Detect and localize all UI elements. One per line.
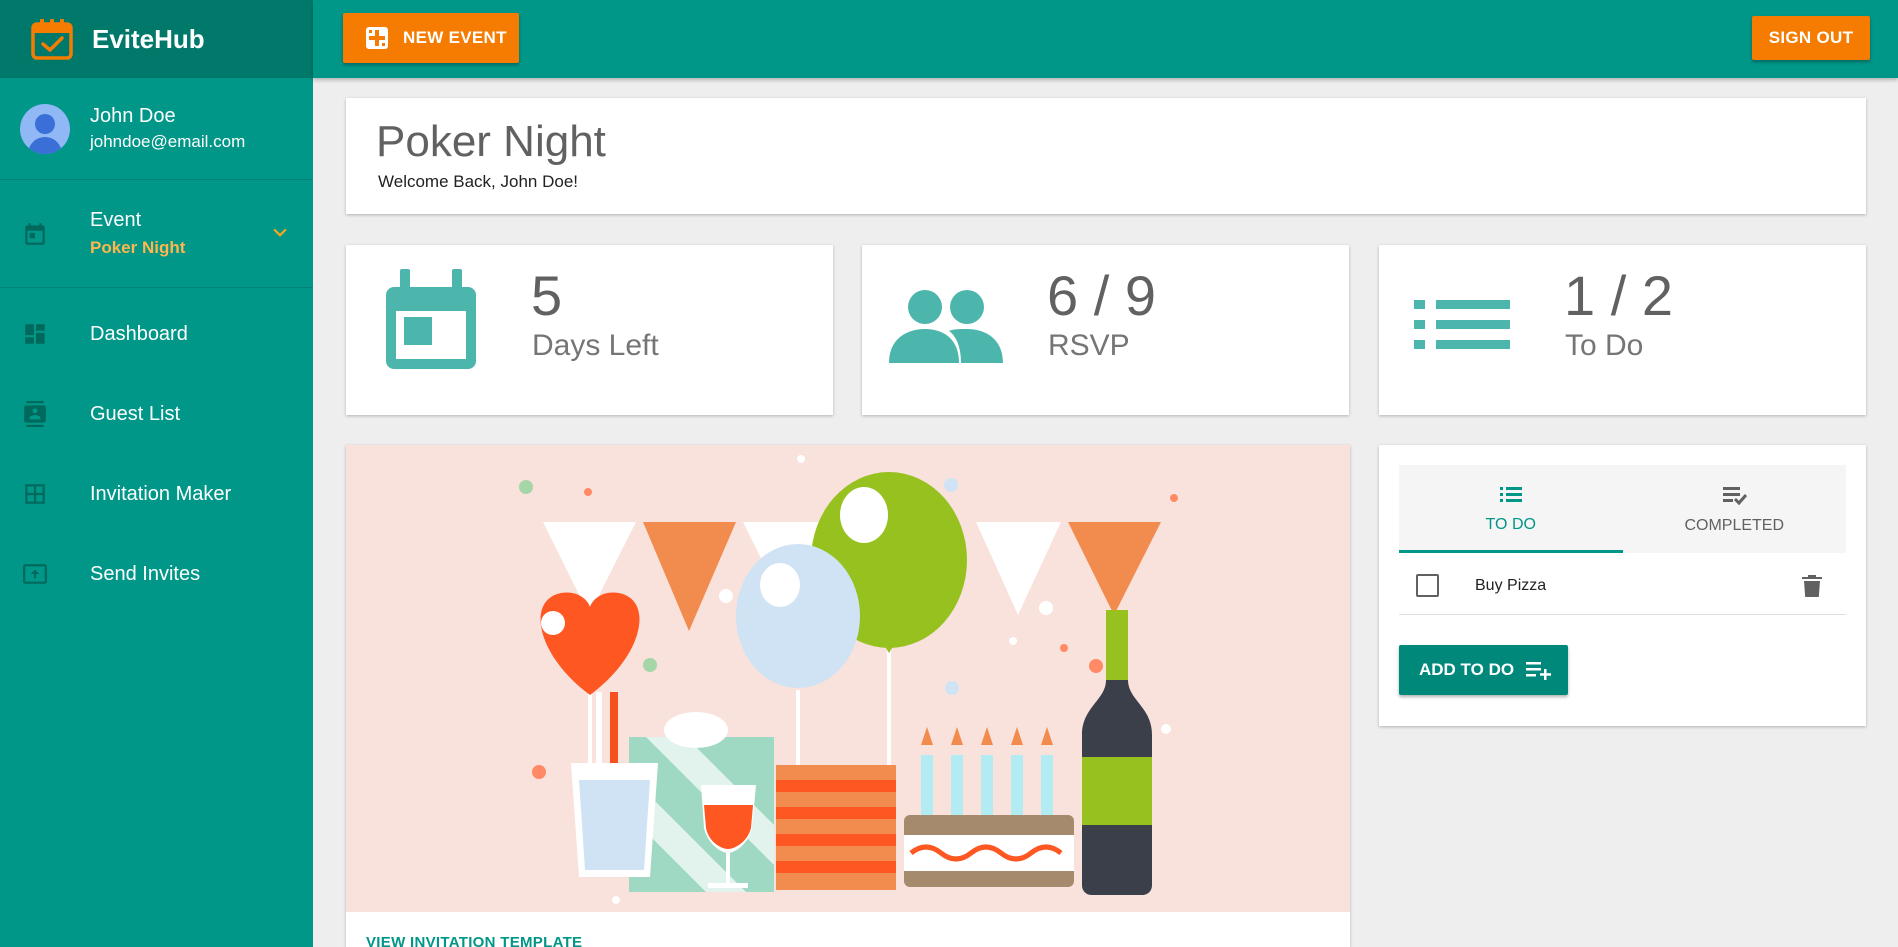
- user-profile: John Doe johndoe@email.com: [0, 78, 313, 180]
- user-email: johndoe@email.com: [90, 132, 246, 151]
- contact-card-icon: [24, 401, 46, 427]
- upload-icon: [23, 564, 47, 584]
- tab-label: TO DO: [1485, 515, 1536, 533]
- event-label: Event: [90, 209, 142, 231]
- avatar: [20, 103, 70, 154]
- dashboard-icon: [25, 324, 45, 344]
- app-name: EviteHub: [92, 23, 205, 54]
- grid-icon: [25, 484, 45, 504]
- top-app-bar: NEW EVENT SIGN OUT: [313, 0, 1898, 78]
- add-to-do-button[interactable]: ADD TO DO: [1399, 645, 1568, 695]
- days-left-card: 5 Days Left: [346, 245, 833, 415]
- list-icon: [1499, 486, 1522, 502]
- todo-text: Buy Pizza: [1475, 576, 1547, 594]
- todo-count-value: 1 / 2: [1564, 264, 1673, 327]
- trash-icon[interactable]: [1802, 574, 1822, 598]
- days-left-value: 5: [531, 264, 563, 327]
- todo-tabs: TO DO COMPLETED: [1399, 465, 1846, 553]
- tab-completed[interactable]: COMPLETED: [1623, 465, 1847, 553]
- welcome-message: Welcome Back, John Doe!: [378, 172, 578, 192]
- page-title: Poker Night: [376, 117, 606, 166]
- sidebar-item-label: Send Invites: [90, 562, 201, 585]
- sidebar: EviteHub John Doe johndoe@email.com Even…: [0, 0, 313, 947]
- chevron-down-icon[interactable]: [271, 224, 289, 242]
- tab-to-do[interactable]: TO DO: [1399, 465, 1623, 553]
- days-left-label: Days Left: [532, 329, 659, 362]
- people-icon: [889, 290, 1003, 363]
- todo-count-card: 1 / 2 To Do: [1379, 245, 1866, 415]
- sidebar-item-guest-list[interactable]: Guest List: [0, 374, 313, 454]
- sidebar-item-dashboard[interactable]: Dashboard: [0, 294, 313, 374]
- calendar-check-logo-icon: [31, 19, 73, 60]
- sign-out-button[interactable]: SIGN OUT: [1752, 16, 1870, 60]
- new-event-button[interactable]: NEW EVENT: [343, 13, 519, 63]
- list-icon: [1414, 300, 1510, 349]
- playlist-add-icon: [1526, 662, 1552, 680]
- calendar-icon: [25, 222, 45, 245]
- event-value: Poker Night: [90, 238, 186, 257]
- todo-card: TO DO COMPLETED Buy Pizza ADD TO DO: [1379, 445, 1866, 726]
- view-invitation-template-link[interactable]: VIEW INVITATION TEMPLATE: [366, 934, 582, 947]
- todo-checkbox[interactable]: [1416, 574, 1439, 597]
- event-header-card: Poker Night Welcome Back, John Doe!: [346, 98, 1866, 214]
- rsvp-label: RSVP: [1048, 329, 1130, 362]
- sidebar-item-label: Guest List: [90, 402, 181, 425]
- sidebar-item-invitation-maker[interactable]: Invitation Maker: [0, 454, 313, 534]
- list-item: Buy Pizza: [1399, 557, 1846, 615]
- sidebar-item-label: Dashboard: [90, 322, 188, 345]
- tab-label: COMPLETED: [1684, 517, 1785, 534]
- todo-count-label: To Do: [1565, 329, 1644, 362]
- sidebar-item-send-invites[interactable]: Send Invites: [0, 534, 313, 614]
- playlist-check-icon: [1723, 487, 1748, 506]
- rsvp-card: 6 / 9 RSVP: [862, 245, 1349, 415]
- sidebar-item-label: Invitation Maker: [90, 482, 232, 505]
- new-event-label: NEW EVENT: [403, 28, 507, 47]
- event-selector[interactable]: Event Poker Night: [0, 180, 313, 288]
- add-event-icon: [366, 27, 388, 49]
- user-name: John Doe: [90, 105, 176, 127]
- invitation-preview-card: VIEW INVITATION TEMPLATE: [346, 445, 1350, 947]
- party-illustration: [346, 445, 1350, 912]
- brand[interactable]: EviteHub: [0, 0, 313, 78]
- add-to-do-label: ADD TO DO: [1419, 660, 1515, 679]
- calendar-icon: [386, 269, 476, 369]
- rsvp-value: 6 / 9: [1047, 264, 1156, 327]
